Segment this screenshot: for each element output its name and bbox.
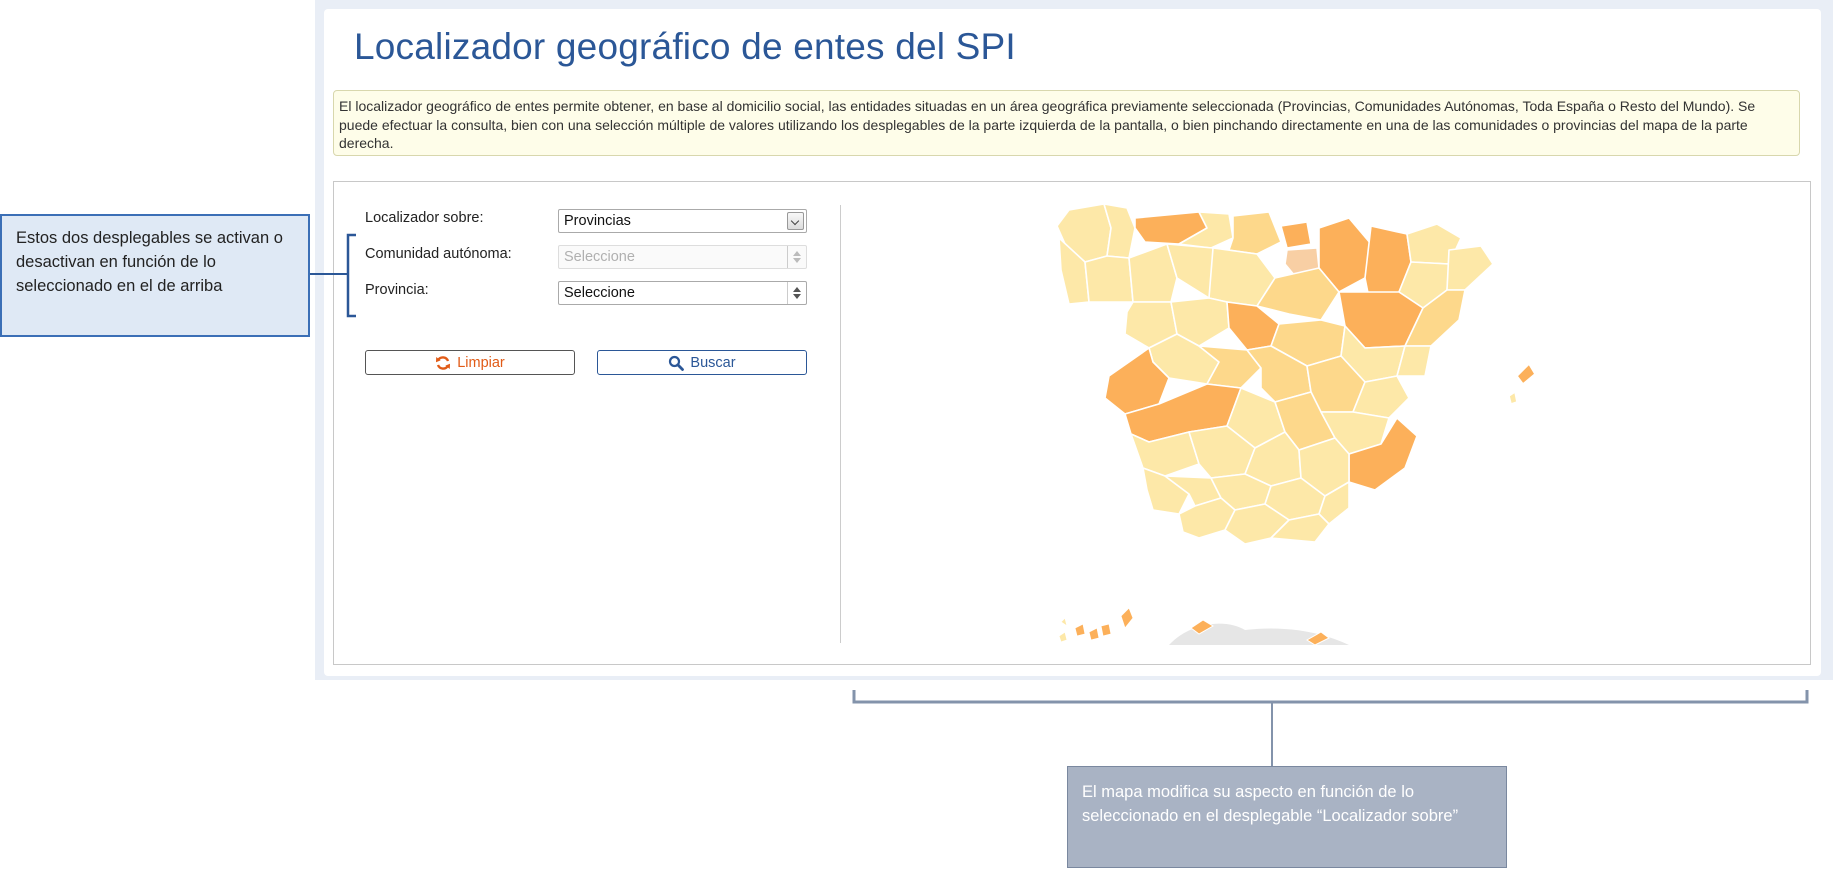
annotation-dropdowns-text: Estos dos desplegables se activan o desa… bbox=[16, 229, 283, 295]
provincia-select[interactable]: Seleccione bbox=[558, 281, 807, 305]
island-region[interactable] bbox=[1074, 623, 1086, 637]
panel-divider bbox=[840, 205, 841, 643]
spain-map[interactable] bbox=[1049, 198, 1549, 645]
info-text: El localizador geográfico de entes permi… bbox=[339, 98, 1756, 151]
island-region[interactable] bbox=[1100, 623, 1112, 637]
bracket-bottom bbox=[852, 690, 1809, 766]
comunidad-label: Comunidad autónoma: bbox=[365, 246, 512, 262]
localizador-label: Localizador sobre: bbox=[365, 210, 484, 226]
clear-button-label: Limpiar bbox=[457, 354, 505, 371]
province-region[interactable] bbox=[1516, 363, 1536, 385]
comunidad-select: Seleccione bbox=[558, 245, 807, 269]
clear-button[interactable]: Limpiar bbox=[365, 350, 575, 375]
chevron-down-icon[interactable] bbox=[787, 212, 804, 230]
search-button-label: Buscar bbox=[690, 354, 736, 371]
island-region[interactable] bbox=[1060, 617, 1068, 627]
refresh-icon bbox=[435, 355, 451, 371]
province-region[interactable] bbox=[1130, 431, 1200, 477]
search-button[interactable]: Buscar bbox=[597, 350, 807, 375]
province-region[interactable] bbox=[1084, 255, 1134, 303]
province-region[interactable] bbox=[1280, 221, 1312, 249]
comunidad-value: Seleccione bbox=[564, 249, 635, 265]
info-box: El localizador geográfico de entes permi… bbox=[333, 90, 1800, 156]
provincia-label: Provincia: bbox=[365, 282, 429, 298]
localizador-select[interactable]: Provincias bbox=[558, 209, 807, 233]
page-title: Localizador geográfico de entes del SPI bbox=[354, 26, 1016, 67]
annotation-map-text: El mapa modifica su aspecto en función d… bbox=[1082, 783, 1459, 825]
province-region[interactable] bbox=[1228, 211, 1282, 255]
island-region[interactable] bbox=[1120, 607, 1134, 629]
island-region[interactable] bbox=[1088, 627, 1100, 641]
provincia-value: Seleccione bbox=[564, 285, 635, 301]
localizador-value: Provincias bbox=[564, 213, 631, 229]
annotation-dropdowns: Estos dos desplegables se activan o desa… bbox=[0, 214, 310, 337]
spinner-icon[interactable] bbox=[787, 282, 806, 304]
spinner-icon bbox=[787, 246, 806, 268]
island-region[interactable] bbox=[1058, 631, 1068, 643]
province-region[interactable] bbox=[1446, 245, 1494, 291]
province-region[interactable] bbox=[1508, 391, 1518, 405]
search-icon bbox=[668, 355, 685, 371]
annotation-map: El mapa modifica su aspecto en función d… bbox=[1067, 766, 1507, 868]
